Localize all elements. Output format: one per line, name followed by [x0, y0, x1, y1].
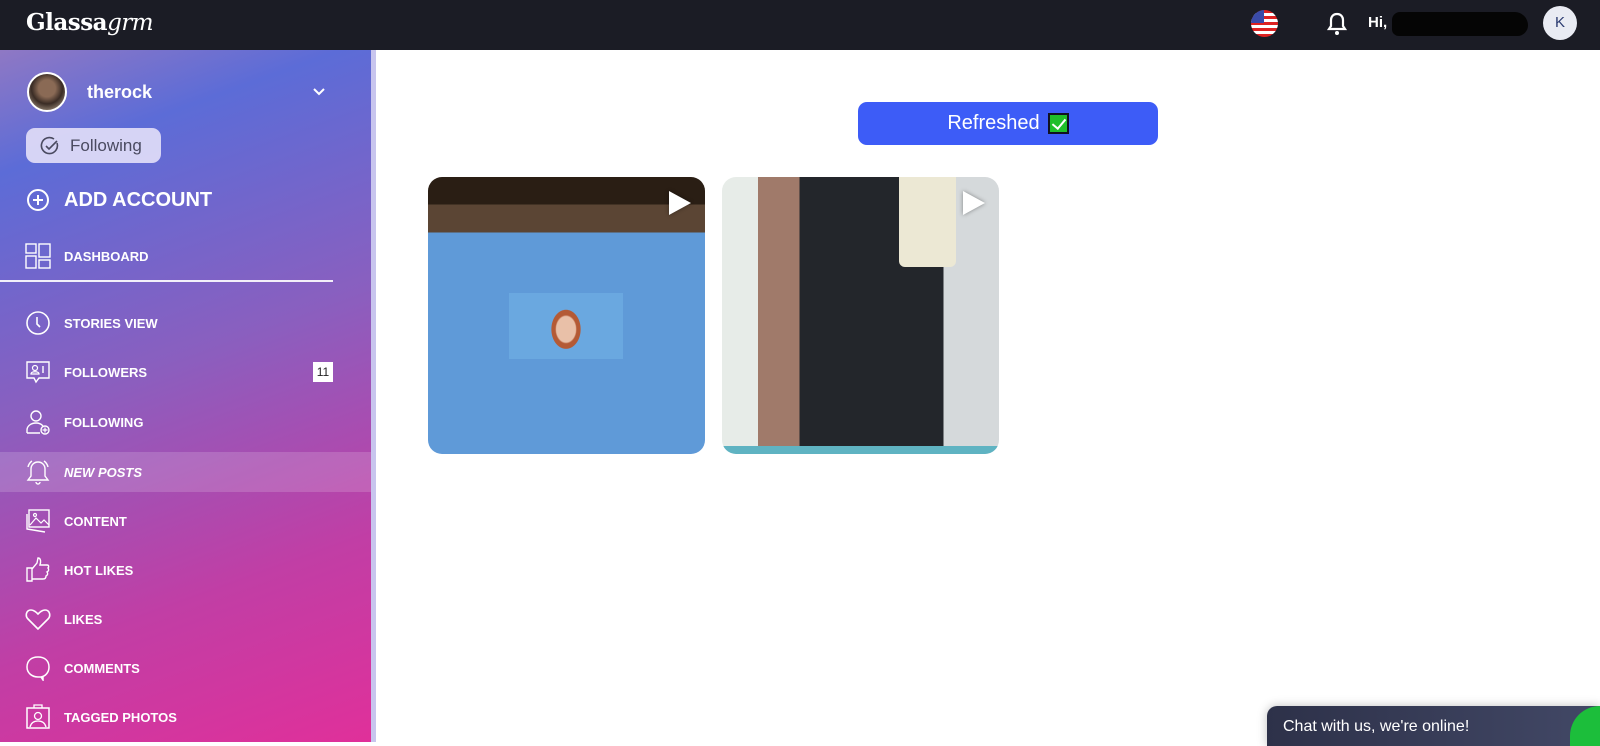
notification-bell-icon[interactable]	[1326, 12, 1348, 36]
sidebar-item-dashboard[interactable]: DASHBOARD	[0, 236, 371, 276]
top-bar: Glassagrm Hi, K	[0, 0, 1600, 50]
thumbs-up-icon	[26, 557, 50, 582]
clock-icon	[26, 311, 50, 335]
sidebar-item-comments[interactable]: COMMENTS	[0, 648, 371, 688]
comment-icon	[26, 656, 50, 681]
user-add-icon	[26, 410, 50, 435]
heart-icon	[25, 609, 51, 631]
dashboard-icon	[25, 243, 51, 269]
images-icon	[26, 509, 50, 533]
sidebar-item-tagged-photos[interactable]: TAGGED PHOTOS	[0, 697, 371, 737]
chat-widget[interactable]: Chat with us, we're online!	[1267, 706, 1600, 746]
sidebar-item-followers[interactable]: FOLLOWERS 11	[0, 352, 371, 392]
us-flag-icon[interactable]	[1251, 10, 1278, 37]
following-button[interactable]: Following	[26, 128, 161, 163]
play-icon[interactable]	[669, 191, 691, 215]
bell-icon	[26, 460, 50, 485]
account-avatar	[27, 72, 67, 112]
check-mark-icon	[1047, 113, 1069, 134]
account-username: therock	[87, 81, 153, 102]
sidebar-item-new-posts[interactable]: NEW POSTS	[0, 452, 371, 492]
sidebar-item-stories-view[interactable]: STORIES VIEW	[0, 303, 371, 343]
post-image	[509, 293, 623, 359]
sidebar-item-following[interactable]: FOLLOWING	[0, 402, 371, 442]
tagged-photo-icon	[26, 704, 50, 729]
greeting: Hi,	[1368, 14, 1388, 31]
sidebar: therock Following ADD ACCOUNT DASHBOARD …	[0, 50, 376, 742]
check-circle-icon	[40, 136, 59, 154]
post-thumbnail[interactable]	[722, 177, 999, 454]
post-thumbnail[interactable]	[428, 177, 705, 454]
sidebar-divider	[0, 280, 333, 282]
refreshed-status-button[interactable]: Refreshed	[858, 102, 1158, 145]
followers-count-badge: 11	[313, 362, 333, 382]
followers-icon	[26, 361, 50, 384]
post-image-floor	[722, 446, 999, 454]
add-account-button[interactable]: ADD ACCOUNT	[26, 188, 212, 212]
sidebar-item-likes[interactable]: LIKES	[0, 599, 371, 639]
online-indicator-icon	[1570, 706, 1600, 746]
user-avatar[interactable]: K	[1543, 6, 1577, 40]
plus-circle-icon	[27, 189, 49, 211]
sidebar-item-content[interactable]: CONTENT	[0, 501, 371, 541]
post-image	[899, 177, 956, 267]
logo[interactable]: Glassagrm	[26, 9, 154, 36]
chevron-down-icon[interactable]	[312, 84, 326, 98]
account-selector[interactable]: therock	[27, 72, 152, 112]
sidebar-item-hot-likes[interactable]: HOT LIKES	[0, 550, 371, 590]
redacted-username	[1392, 12, 1528, 36]
play-icon[interactable]	[963, 191, 985, 215]
